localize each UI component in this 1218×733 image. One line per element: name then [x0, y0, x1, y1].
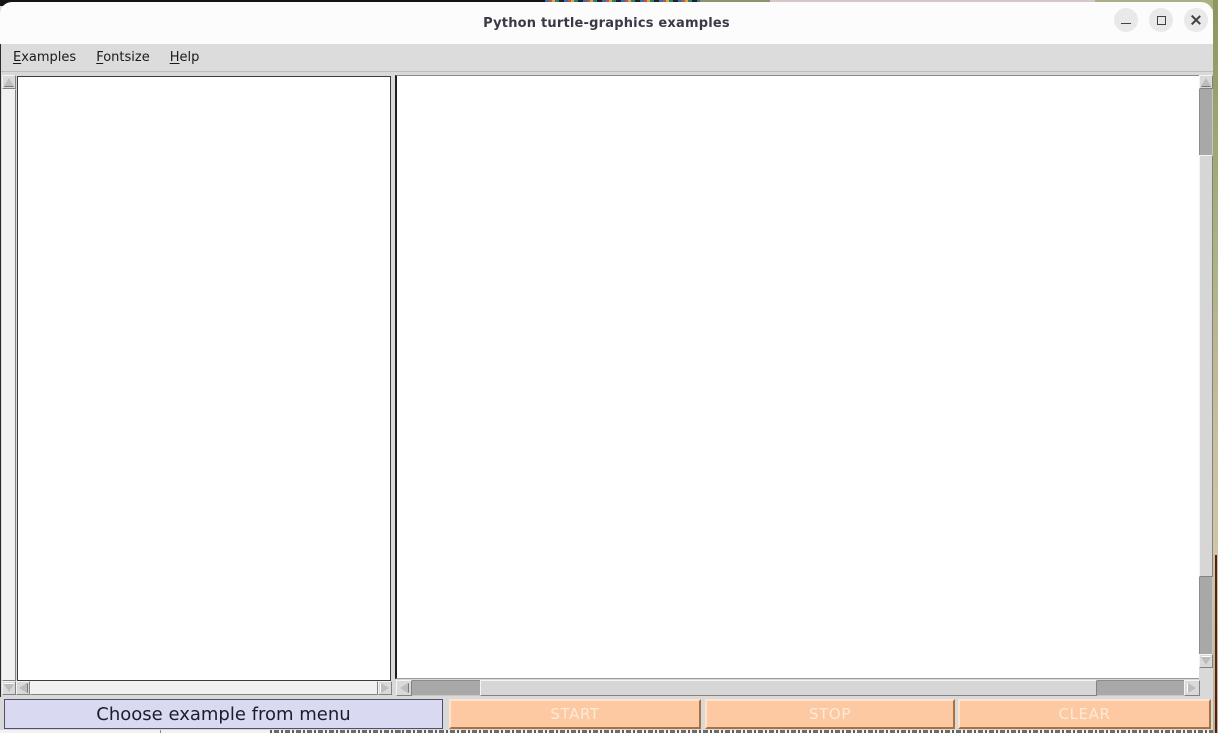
text-vscroll-thumb[interactable] — [2, 89, 16, 681]
maximize-icon — [1157, 16, 1166, 25]
close-button[interactable] — [1184, 8, 1208, 32]
text-horizontal-scrollbar[interactable] — [16, 681, 392, 695]
canvas-horizontal-scrollbar[interactable] — [396, 680, 1200, 696]
canvas-hscroll-thumb[interactable] — [480, 680, 1097, 696]
text-hscroll-thumb[interactable] — [30, 681, 378, 695]
canvas-vertical-scrollbar[interactable] — [1199, 75, 1213, 668]
screen: Python turtle-graphics examples Examples… — [0, 0, 1218, 733]
scroll-left-arrow-icon[interactable] — [16, 681, 30, 695]
menubar: Examples Fontsize Help — [0, 44, 1213, 72]
scroll-left-arrow-icon[interactable] — [396, 680, 412, 696]
scroll-up-arrow-icon[interactable] — [1199, 75, 1213, 89]
maximize-button[interactable] — [1149, 8, 1173, 32]
minimize-icon — [1121, 23, 1131, 24]
scroll-down-arrow-icon[interactable] — [1199, 654, 1213, 668]
text-vertical-scrollbar[interactable] — [2, 75, 16, 695]
canvas-vscroll-thumb[interactable] — [1199, 155, 1213, 577]
titlebar[interactable]: Python turtle-graphics examples — [0, 2, 1213, 44]
scroll-up-arrow-icon[interactable] — [2, 75, 16, 89]
menu-help[interactable]: Help — [160, 46, 210, 69]
scroll-right-arrow-icon[interactable] — [378, 681, 392, 695]
scroll-right-arrow-icon[interactable] — [1184, 680, 1200, 696]
close-icon — [1190, 14, 1202, 26]
stop-button[interactable]: STOP — [705, 699, 955, 729]
desktop-edge-line — [1215, 555, 1217, 733]
turtle-canvas — [395, 75, 1199, 679]
example-source-textpane[interactable] — [17, 76, 391, 681]
start-button[interactable]: START — [449, 699, 701, 729]
window-title: Python turtle-graphics examples — [483, 16, 730, 31]
menu-examples[interactable]: Examples — [3, 46, 86, 69]
clear-button[interactable]: CLEAR — [958, 699, 1211, 729]
scroll-down-arrow-icon[interactable] — [2, 681, 16, 695]
minimize-button[interactable] — [1114, 8, 1138, 32]
menu-fontsize[interactable]: Fontsize — [86, 46, 160, 69]
status-message: Choose example from menu — [96, 704, 350, 725]
status-label: Choose example from menu — [4, 699, 443, 729]
window-left-edge — [0, 44, 1, 730]
